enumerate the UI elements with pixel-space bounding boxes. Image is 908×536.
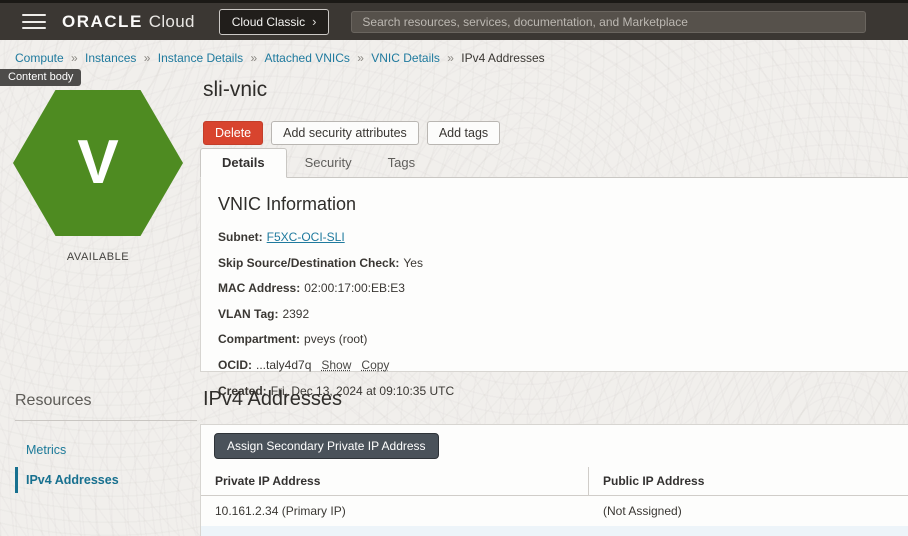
breadcrumb-link-instances[interactable]: Instances [85, 51, 136, 65]
info-field-ocid: OCID: ...taly4d7q Show Copy [218, 356, 908, 375]
ip-address-table: Private IP Address Public IP Address 10.1… [201, 467, 908, 536]
tab-bar: Details Security Tags [200, 148, 908, 178]
field-label: Skip Source/Destination Check: [218, 255, 400, 270]
copy-link[interactable]: Copy [361, 358, 389, 372]
show-link[interactable]: Show [321, 358, 351, 372]
field-value: 2392 [282, 306, 310, 321]
table-row: 10.161.2.35(Not Assigned) [201, 526, 908, 536]
breadcrumb: Compute » Instances » Instance Details »… [15, 51, 545, 65]
field-label: OCID: [218, 357, 252, 372]
action-button-row: Delete Add security attributes Add tags [203, 121, 908, 145]
breadcrumb-separator: » [443, 51, 458, 65]
top-navigation-bar: ORACLE Cloud Cloud Classic › [0, 3, 908, 40]
assign-secondary-private-ip-button[interactable]: Assign Secondary Private IP Address [214, 433, 439, 459]
info-field-subnet: Subnet: F5XC-OCI-SLI [218, 228, 908, 247]
breadcrumb-link-compute[interactable]: Compute [15, 51, 64, 65]
add-tags-button[interactable]: Add tags [426, 121, 501, 145]
breadcrumb-separator: » [140, 51, 154, 65]
resources-list: Metrics IPv4 Addresses [15, 437, 197, 493]
field-value: Yes [403, 255, 423, 270]
public-ip-cell: (Not Assigned) [589, 526, 908, 536]
content-body-tooltip: Content body [0, 69, 82, 86]
column-header-private-ip-address: Private IP Address [201, 467, 589, 495]
info-field-mac-address: MAC Address: 02:00:17:00:EB:E3 [218, 279, 908, 298]
field-label: Subnet: [218, 230, 263, 244]
table-row: 10.161.2.34 (Primary IP) (Not Assigned) [201, 496, 908, 526]
subnet-link[interactable]: F5XC-OCI-SLI [267, 230, 345, 244]
field-label: Compartment: [218, 332, 301, 347]
search-bar [351, 10, 867, 33]
ipv4-addresses-heading: IPv4 Addresses [203, 388, 342, 410]
private-ip-cell: 10.161.2.35 [201, 526, 589, 536]
resources-sidebar: Resources Metrics IPv4 Addresses [15, 392, 197, 497]
breadcrumb-current: IPv4 Addresses [461, 51, 545, 65]
field-value: ...taly4d7q [256, 357, 312, 372]
breadcrumb-link-vnic-details[interactable]: VNIC Details [371, 51, 440, 65]
ipv4-addresses-panel: Assign Secondary Private IP Address Priv… [200, 424, 908, 536]
delete-button[interactable]: Delete [203, 121, 264, 145]
breadcrumb-separator: » [353, 51, 368, 65]
info-field-vlan-tag: VLAN Tag: 2392 [218, 305, 908, 324]
vnic-information-fields: Subnet: F5XC-OCI-SLI Skip Source/Destinati… [218, 228, 908, 400]
public-ip-cell: (Not Assigned) [603, 504, 682, 518]
details-panel: VNIC Information Subnet: F5XC-OCI-SLI Skip… [200, 178, 908, 398]
sidebar-item-ipv4-addresses[interactable]: IPv4 Addresses [15, 467, 197, 493]
field-value: pveys (root) [304, 332, 368, 347]
hexagon-initial: V [77, 128, 119, 197]
cloud-classic-button[interactable]: Cloud Classic › [218, 8, 330, 35]
oracle-cloud-logo: ORACLE Cloud [62, 12, 195, 32]
breadcrumb-separator: » [67, 51, 82, 65]
brand-oracle: ORACLE [62, 11, 143, 31]
chevron-right-icon: › [312, 14, 317, 29]
field-label: MAC Address: [218, 281, 301, 296]
vnic-information-heading: VNIC Information [218, 194, 357, 214]
status-badge: AVAILABLE [66, 251, 130, 263]
menu-icon[interactable] [22, 14, 46, 29]
field-label: VLAN Tag: [218, 306, 279, 321]
tab-tags[interactable]: Tags [369, 149, 434, 178]
field-value: 02:00:17:00:EB:E3 [304, 281, 405, 296]
search-input[interactable] [351, 10, 867, 33]
status-hexagon-icon: V [13, 90, 183, 236]
resources-heading: Resources [15, 392, 92, 409]
breadcrumb-link-instance-details[interactable]: Instance Details [158, 51, 243, 65]
sidebar-item-metrics[interactable]: Metrics [15, 437, 197, 463]
brand-cloud: Cloud [148, 11, 195, 31]
breadcrumb-link-attached-vnics[interactable]: Attached VNICs [265, 51, 350, 65]
private-ip-cell: 10.161.2.34 (Primary IP) [215, 504, 346, 518]
page-title: sli-vnic [203, 78, 268, 101]
column-header-public-ip-address: Public IP Address [603, 474, 705, 488]
table-header-row: Private IP Address Public IP Address [201, 467, 908, 496]
table-body: 10.161.2.34 (Primary IP)(Not Assigned)10… [201, 496, 908, 536]
tab-security[interactable]: Security [286, 149, 370, 178]
content-body: sli-vnic Delete Add security attributes … [200, 70, 908, 536]
tab-details[interactable]: Details [200, 148, 287, 178]
breadcrumb-separator: » [247, 51, 261, 65]
cloud-classic-label: Cloud Classic [231, 14, 306, 29]
info-field-skip-source-destination-check: Skip Source/Destination Check: Yes [218, 254, 908, 273]
resources-divider [15, 420, 197, 421]
add-security-attributes-button[interactable]: Add security attributes [271, 121, 419, 145]
info-field-compartment: Compartment: pveys (root) [218, 330, 908, 349]
